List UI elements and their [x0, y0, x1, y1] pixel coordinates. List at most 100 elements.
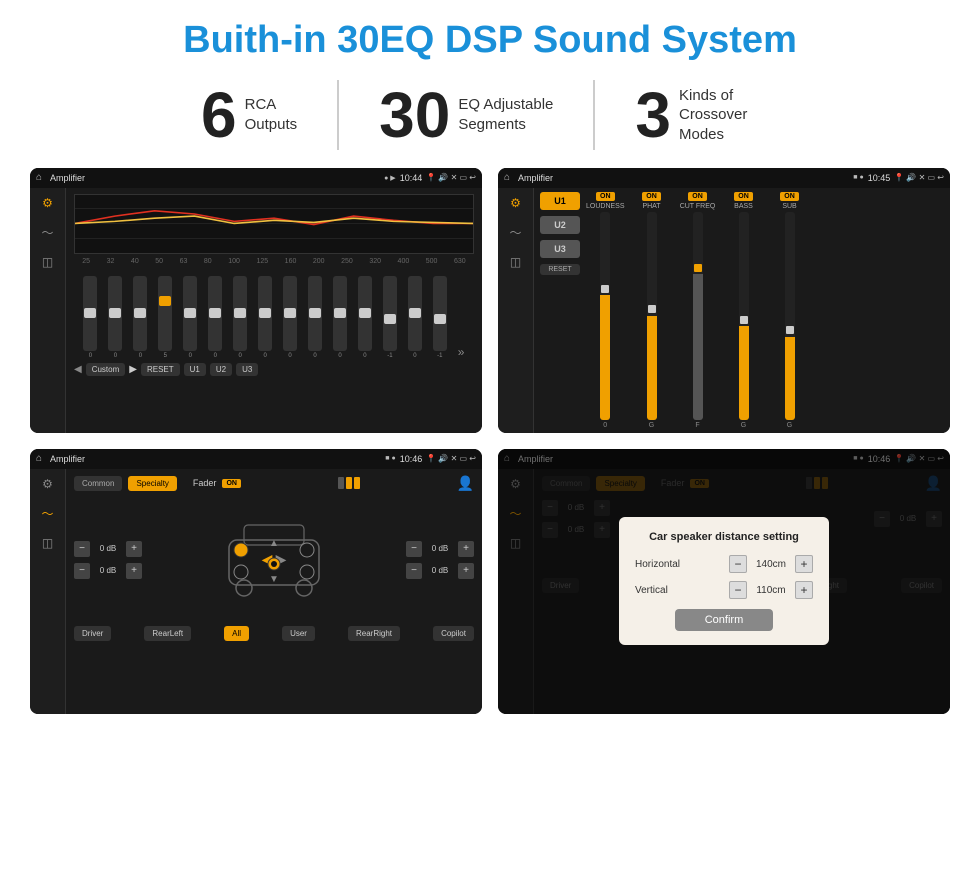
screen-dialog: ⌂ Amplifier ■ ● 10:46 📍 🔊 ✕ ▭ ↩ ⚙ 〜 ◫ Co…	[498, 449, 950, 714]
cv-loudness-on: ON	[596, 192, 615, 201]
level-val-tl: 0 dB	[94, 544, 122, 553]
cv-sub-track[interactable]	[785, 212, 795, 420]
fader-sidebar-wave-icon[interactable]: 〜	[41, 505, 53, 522]
eq-track-8[interactable]	[283, 276, 297, 351]
fader-sidebar-eq-icon[interactable]: ⚙	[42, 477, 53, 491]
eq-track-4[interactable]	[183, 276, 197, 351]
eq-prev-arrow[interactable]: ◀	[74, 364, 82, 375]
eq-track-3[interactable]	[158, 276, 172, 351]
fader-home-icon[interactable]: ⌂	[36, 453, 42, 464]
eq-u2-btn[interactable]: U2	[210, 363, 232, 376]
stat-label-crossover: Kinds ofCrossover Modes	[679, 86, 779, 145]
cv-sidebar-speaker-icon[interactable]: ◫	[510, 255, 521, 269]
cv-cutfreq-label: CUT FREQ	[680, 203, 716, 210]
fader-dot1: ■ ●	[385, 455, 395, 462]
fader-sidebar-speaker-icon[interactable]: ◫	[42, 536, 53, 550]
eq-sidebar: ⚙ 〜 ◫	[30, 188, 66, 433]
fader-rearright-btn[interactable]: RearRight	[348, 626, 400, 641]
fader-copilot-btn[interactable]: Copilot	[433, 626, 474, 641]
minus-bl[interactable]: −	[74, 563, 90, 579]
cv-sliders: ON LOUDNESS 0 ON PHAT	[586, 192, 944, 429]
eq-u3-btn[interactable]: U3	[236, 363, 258, 376]
eq-sidebar-wave-icon[interactable]: 〜	[41, 224, 53, 241]
cv-bass-track[interactable]	[739, 212, 749, 420]
eq-track-9[interactable]	[308, 276, 322, 351]
cv-sidebar-wave-icon[interactable]: 〜	[509, 224, 521, 241]
eq-track-5[interactable]	[208, 276, 222, 351]
level-row-bl: − 0 dB +	[74, 563, 142, 579]
eq-track-11[interactable]	[358, 276, 372, 351]
eq-track-10[interactable]	[333, 276, 347, 351]
fader-levels-right: − 0 dB + − 0 dB +	[406, 541, 474, 579]
eq-freq-250: 250	[341, 258, 353, 265]
cv-cutfreq-on: ON	[688, 192, 707, 201]
eq-freq-63: 63	[180, 258, 188, 265]
eq-track-1[interactable]	[108, 276, 122, 351]
minus-tl[interactable]: −	[74, 541, 90, 557]
plus-tl[interactable]: +	[126, 541, 142, 557]
eq-more-arrow[interactable]: »	[458, 345, 465, 359]
eq-home-icon[interactable]: ⌂	[36, 172, 42, 183]
level-val-br: 0 dB	[426, 566, 454, 575]
fader-user-btn[interactable]: User	[282, 626, 315, 641]
eq-custom-btn[interactable]: Custom	[86, 363, 126, 376]
fader-driver-btn[interactable]: Driver	[74, 626, 111, 641]
cv-sub-label: SUB	[782, 203, 796, 210]
eq-u1-btn[interactable]: U1	[184, 363, 206, 376]
eq-status-bar: ⌂ Amplifier ● ▶ 10:44 📍 🔊 ✕ ▭ ↩	[30, 168, 482, 188]
fader-status-bar: ⌂ Amplifier ■ ● 10:46 📍 🔊 ✕ ▭ ↩	[30, 449, 482, 469]
stat-label-rca: RCAOutputs	[245, 95, 298, 134]
cv-sub-on: ON	[780, 192, 799, 201]
cv-phat-track[interactable]	[647, 212, 657, 420]
eq-freq-100: 100	[228, 258, 240, 265]
eq-track-14[interactable]	[433, 276, 447, 351]
cv-u2-btn[interactable]: U2	[540, 216, 580, 234]
dialog-vertical-val: 110cm	[751, 585, 791, 596]
cv-phat-label: PHAT	[642, 203, 660, 210]
cv-reset-btn[interactable]: RESET	[540, 264, 580, 275]
eq-freq-320: 320	[369, 258, 381, 265]
plus-br[interactable]: +	[458, 563, 474, 579]
cv-time: 10:45	[868, 173, 891, 183]
dialog-box: Car speaker distance setting Horizontal …	[619, 517, 829, 645]
dialog-horizontal-minus[interactable]: −	[729, 555, 747, 573]
minus-tr[interactable]: −	[406, 541, 422, 557]
cv-home-icon[interactable]: ⌂	[504, 172, 510, 183]
fader-all-btn[interactable]: All	[224, 626, 249, 641]
minus-br[interactable]: −	[406, 563, 422, 579]
cv-cutfreq: ON CUT FREQ F	[679, 192, 717, 429]
plus-tr[interactable]: +	[458, 541, 474, 557]
fader-person-icon[interactable]: 👤	[457, 475, 474, 492]
cv-bass: ON BASS G	[725, 192, 763, 429]
eq-reset-btn[interactable]: RESET	[141, 363, 180, 376]
cv-cutfreq-track[interactable]	[693, 212, 703, 420]
eq-freq-40: 40	[131, 258, 139, 265]
fader-rearleft-btn[interactable]: RearLeft	[144, 626, 191, 641]
dialog-vertical-plus[interactable]: +	[795, 581, 813, 599]
cv-sidebar-eq-icon[interactable]: ⚙	[510, 196, 521, 210]
fader-common-tab[interactable]: Common	[74, 476, 122, 491]
eq-track-2[interactable]	[133, 276, 147, 351]
eq-track-0[interactable]	[83, 276, 97, 351]
cv-u1-btn[interactable]: U1	[540, 192, 580, 210]
cv-bass-on: ON	[734, 192, 753, 201]
screen-fader: ⌂ Amplifier ■ ● 10:46 📍 🔊 ✕ ▭ ↩ ⚙ 〜 ◫ Co…	[30, 449, 482, 714]
eq-track-12[interactable]	[383, 276, 397, 351]
dialog-horizontal-plus[interactable]: +	[795, 555, 813, 573]
dialog-row-horizontal: Horizontal − 140cm +	[635, 555, 813, 573]
dialog-confirm-button[interactable]: Confirm	[675, 609, 774, 631]
cv-u3-btn[interactable]: U3	[540, 240, 580, 258]
dialog-vertical-minus[interactable]: −	[729, 581, 747, 599]
eq-slider-11: 0	[358, 276, 372, 359]
fader-levels-left: − 0 dB + − 0 dB +	[74, 541, 142, 579]
eq-play-btn[interactable]: ▶	[129, 364, 137, 375]
cv-status-icons: 📍 🔊 ✕ ▭ ↩	[894, 173, 944, 182]
cv-loudness-track[interactable]	[600, 212, 610, 420]
eq-track-13[interactable]	[408, 276, 422, 351]
eq-sidebar-eq-icon[interactable]: ⚙	[42, 196, 53, 210]
eq-track-7[interactable]	[258, 276, 272, 351]
eq-sidebar-speaker-icon[interactable]: ◫	[42, 255, 53, 269]
fader-specialty-tab[interactable]: Specialty	[128, 476, 176, 491]
plus-bl[interactable]: +	[126, 563, 142, 579]
eq-track-6[interactable]	[233, 276, 247, 351]
